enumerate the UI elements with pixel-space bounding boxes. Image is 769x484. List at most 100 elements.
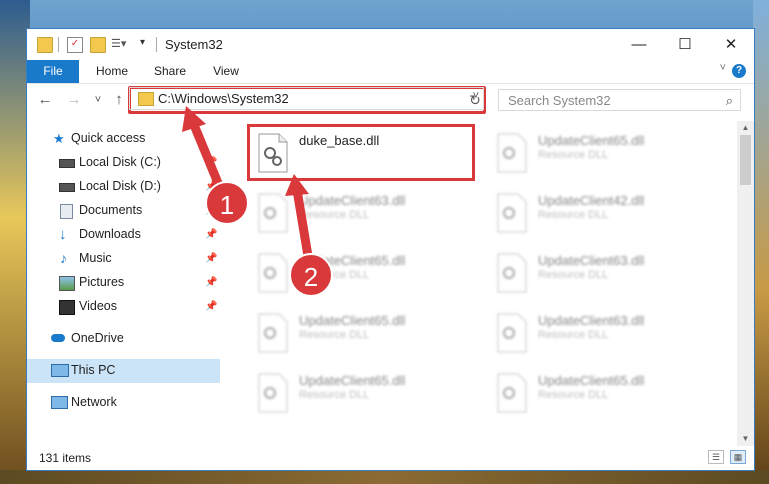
toolbar-divider	[58, 37, 59, 52]
recent-locations-button[interactable]: ˅	[88, 90, 108, 110]
dll-file-icon	[497, 373, 527, 413]
pin-icon[interactable]: 📌	[205, 301, 217, 312]
maximize-button[interactable]: ☐	[662, 29, 708, 60]
sidebar-item-label: Pictures	[79, 275, 125, 289]
close-button[interactable]: ✕	[708, 29, 754, 60]
sidebar-item-videos[interactable]: Videos 📌	[27, 295, 220, 319]
sidebar-item-label: Music	[79, 251, 112, 265]
file-type: Resource DLL	[299, 389, 370, 401]
file-type: Resource DLL	[538, 149, 609, 161]
quick-access-dropdown-icon[interactable]: ▾	[140, 37, 145, 48]
sidebar-item-label: Videos	[79, 299, 117, 313]
dll-file-icon	[497, 313, 527, 353]
item-count: 131 items	[39, 451, 92, 465]
dll-file-icon	[258, 373, 288, 413]
file-item[interactable]: UpdateClient65.dll Resource DLL	[249, 367, 479, 421]
scroll-down-icon[interactable]: ▼	[737, 432, 754, 446]
file-type: Resource DLL	[538, 269, 609, 281]
scroll-up-icon[interactable]: ▲	[737, 121, 754, 135]
file-type: Resource DLL	[538, 389, 609, 401]
file-item[interactable]: UpdateClient65.dll Resource DLL	[249, 247, 479, 301]
sidebar-item-onedrive[interactable]: OneDrive	[27, 327, 220, 351]
callout-step-2: 2	[289, 253, 333, 297]
file-name: UpdateClient65.dll	[538, 133, 645, 148]
file-item[interactable]: UpdateClient63.dll Resource DLL	[488, 307, 718, 361]
sidebar-item-label: Local Disk (C:)	[79, 155, 161, 169]
sidebar-item-label: Quick access	[71, 131, 146, 145]
sidebar-item-documents[interactable]: Documents 📌	[27, 199, 220, 223]
drive-icon	[59, 159, 75, 168]
sidebar-item-pictures[interactable]: Pictures 📌	[27, 271, 220, 295]
file-name: UpdateClient65.dll	[299, 373, 406, 388]
file-type: Resource DLL	[299, 329, 370, 341]
tab-file[interactable]: File	[27, 60, 79, 83]
expand-ribbon-icon[interactable]: ˅	[720, 62, 726, 74]
file-item[interactable]: UpdateClient65.dll Resource DLL	[488, 127, 718, 181]
ribbon: File Home Share View ˅ ?	[27, 60, 754, 84]
file-type: Resource DLL	[538, 329, 609, 341]
refresh-button[interactable]: ↻	[466, 90, 484, 110]
sidebar-item-quick-access[interactable]: ★ Quick access	[27, 127, 220, 151]
tab-share[interactable]: Share	[145, 60, 195, 83]
desktop-wallpaper-right	[753, 0, 769, 484]
navigation-bar: ← → ˅ ↑ C:\Windows\System32 ˅ ↻ Search S…	[27, 84, 754, 118]
address-bar[interactable]: C:\Windows\System32 ˅	[129, 87, 484, 110]
new-folder-icon[interactable]	[90, 37, 106, 53]
file-name: UpdateClient63.dll	[538, 253, 645, 268]
sidebar-item-label: Local Disk (D:)	[79, 179, 161, 193]
large-icons-view-icon[interactable]: ▦	[730, 450, 746, 464]
search-icon: ⌕	[725, 93, 733, 108]
up-button[interactable]: ↑	[109, 90, 129, 110]
dll-file-icon	[258, 193, 288, 233]
folder-icon	[37, 37, 53, 53]
sidebar-item-music[interactable]: ♪ Music 📌	[27, 247, 220, 271]
file-item[interactable]: UpdateClient63.dll Resource DLL	[249, 187, 479, 241]
dll-file-icon	[258, 313, 288, 353]
pictures-icon	[59, 276, 75, 291]
back-button[interactable]: ←	[35, 90, 55, 110]
search-input[interactable]: Search System32 ⌕	[498, 89, 741, 111]
documents-icon	[60, 204, 73, 219]
title-divider	[156, 37, 157, 52]
sidebar-item-label: OneDrive	[71, 331, 124, 345]
file-type: Resource DLL	[538, 209, 609, 221]
file-item[interactable]: UpdateClient63.dll Resource DLL	[488, 247, 718, 301]
help-icon[interactable]: ?	[732, 64, 746, 78]
vertical-scrollbar[interactable]: ▲ ▼	[737, 121, 754, 446]
window-title: System32	[165, 37, 223, 52]
sidebar-item-local-disk-c[interactable]: Local Disk (C:) 📌	[27, 151, 220, 175]
properties-icon[interactable]: ✓	[67, 37, 83, 53]
tab-view[interactable]: View	[203, 60, 249, 83]
customize-toolbar-icon[interactable]: ☰▾	[111, 37, 126, 51]
sidebar-item-network[interactable]: Network	[27, 391, 220, 415]
pin-icon[interactable]: 📌	[205, 229, 217, 240]
sidebar-item-label: Documents	[79, 203, 143, 217]
cloud-icon	[51, 334, 65, 342]
tab-home[interactable]: Home	[87, 60, 137, 83]
file-item[interactable]: UpdateClient65.dll Resource DLL	[488, 367, 718, 421]
drive-icon	[59, 183, 75, 192]
music-icon: ♪	[60, 250, 67, 266]
sidebar-item-downloads[interactable]: ↓ Downloads 📌	[27, 223, 220, 247]
file-item[interactable]: UpdateClient65.dll Resource DLL	[249, 307, 479, 361]
folder-icon	[138, 92, 154, 106]
explorer-window: ✓ ☰▾ ▾ System32 — ☐ ✕ File Home Share Vi…	[26, 28, 755, 471]
sidebar-item-label: This PC	[71, 363, 116, 377]
scrollbar-thumb[interactable]	[740, 135, 751, 185]
sidebar-item-label: Downloads	[79, 227, 141, 241]
sidebar-item-label: Network	[71, 395, 117, 409]
file-type: Resource DLL	[299, 209, 370, 221]
pin-icon[interactable]: 📌	[205, 277, 217, 288]
title-bar: ✓ ☰▾ ▾ System32 — ☐ ✕	[27, 29, 754, 60]
forward-button[interactable]: →	[64, 90, 84, 110]
details-view-icon[interactable]: ☰	[708, 450, 724, 464]
sidebar-item-local-disk-d[interactable]: Local Disk (D:) 📌	[27, 175, 220, 199]
pin-icon[interactable]: 📌	[205, 157, 217, 168]
sidebar-item-this-pc[interactable]: This PC	[27, 359, 220, 383]
file-item[interactable]: UpdateClient42.dll Resource DLL	[488, 187, 718, 241]
computer-icon	[51, 364, 69, 377]
pin-icon[interactable]: 📌	[205, 253, 217, 264]
address-path[interactable]: C:\Windows\System32	[158, 91, 289, 106]
minimize-button[interactable]: —	[616, 29, 662, 60]
status-bar: 131 items ☰ ▦	[27, 446, 754, 470]
